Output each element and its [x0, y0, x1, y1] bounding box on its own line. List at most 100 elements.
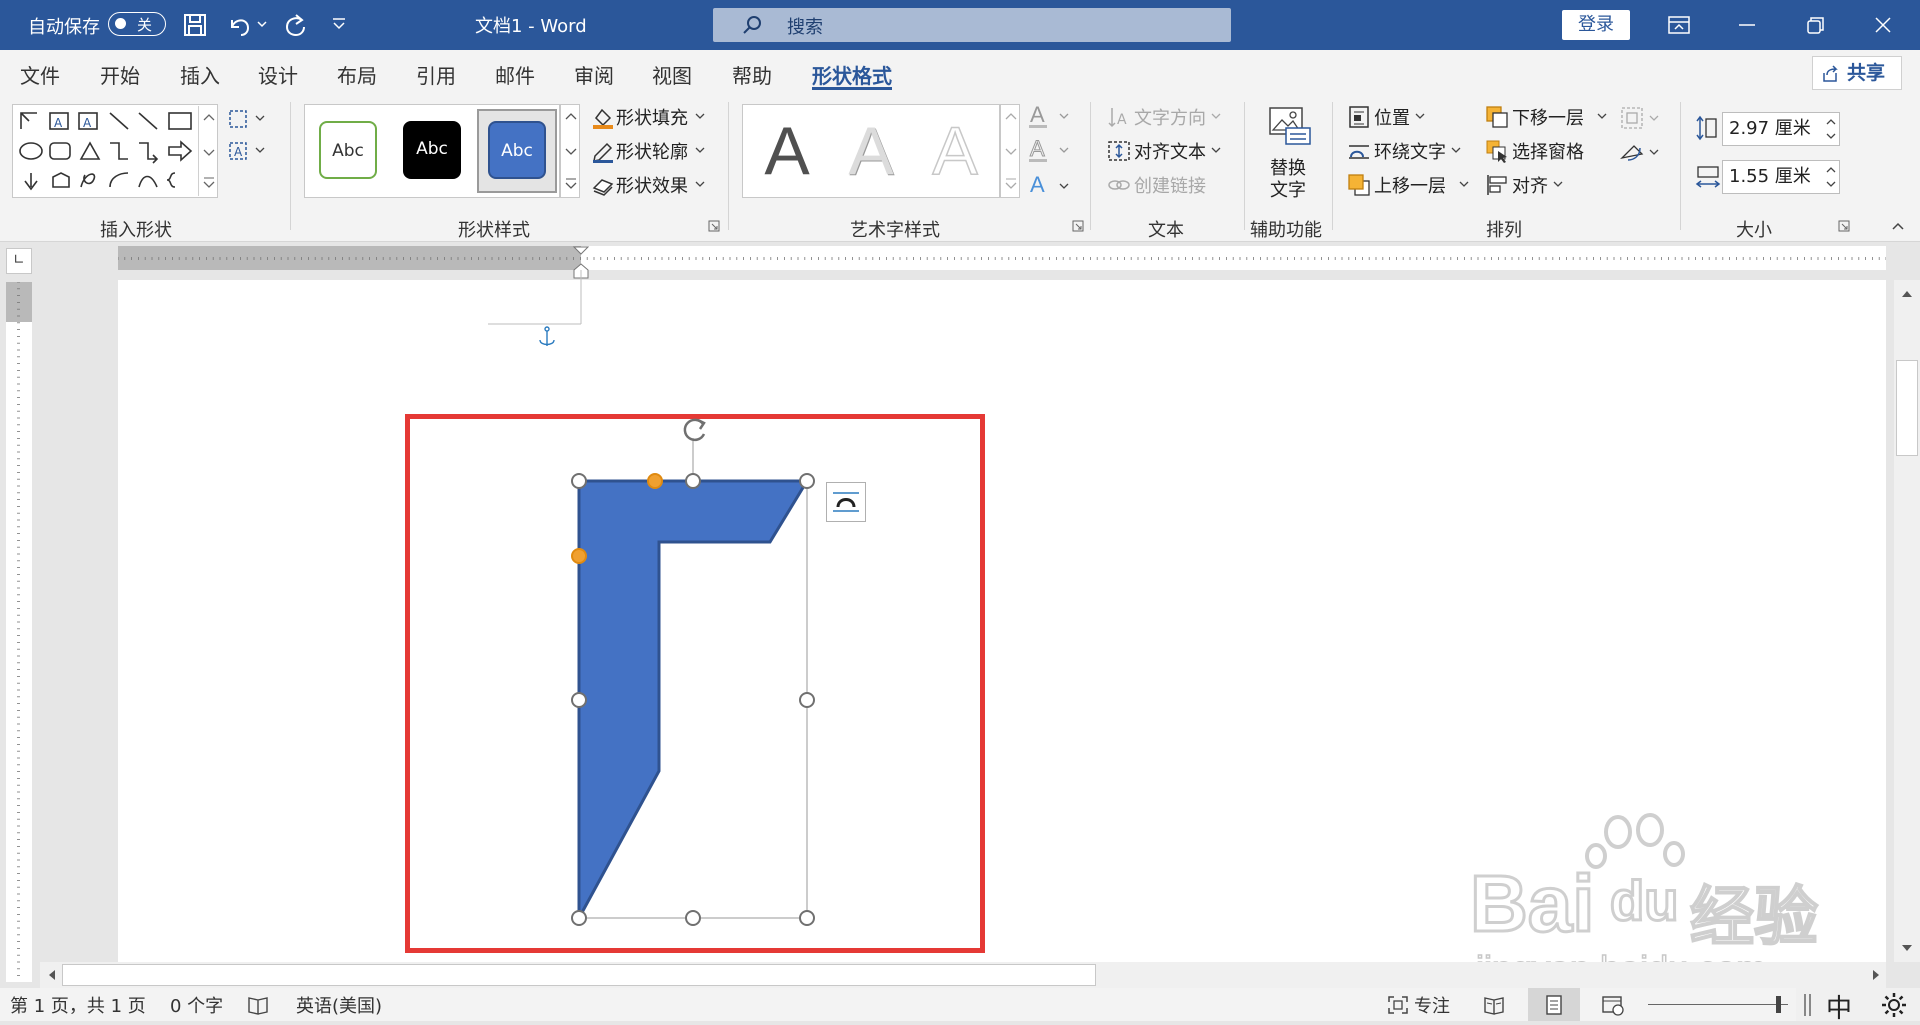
print-layout-button[interactable]: [1528, 988, 1580, 1021]
page-count[interactable]: 第 1 页，共 1 页: [10, 992, 146, 1018]
scroll-up-icon[interactable]: [1896, 284, 1918, 304]
scroll-down-icon[interactable]: [1896, 938, 1918, 958]
selection-pane-button[interactable]: 选择窗格: [1512, 138, 1584, 164]
alt-text-label-line2[interactable]: 文字: [1270, 176, 1306, 202]
rotate-objects-icon[interactable]: [1618, 138, 1664, 166]
login-button[interactable]: 登录: [1562, 10, 1630, 40]
align-objects-button[interactable]: 对齐: [1512, 172, 1548, 198]
shape-outline-button[interactable]: 形状轮廓: [616, 138, 688, 164]
selected-shape[interactable]: [566, 414, 836, 934]
ribbon-display-options-icon[interactable]: [1666, 13, 1692, 37]
redo-icon[interactable]: [282, 12, 308, 38]
half-frame-shape[interactable]: [577, 479, 810, 919]
edit-shape-icon[interactable]: [226, 106, 272, 132]
bring-forward-dropdown-icon[interactable]: [1458, 180, 1470, 190]
focus-icon[interactable]: [1386, 994, 1410, 1016]
align-text-dropdown-icon[interactable]: [1210, 146, 1222, 156]
shape-width-spinner[interactable]: [1822, 162, 1840, 192]
adjust-handle-top[interactable]: [647, 473, 663, 489]
shape-outline-dropdown-icon[interactable]: [694, 146, 706, 156]
tab-help[interactable]: 帮助: [732, 60, 772, 89]
text-effects-icon[interactable]: A: [1026, 170, 1074, 200]
wrap-text-dropdown-icon[interactable]: [1450, 146, 1462, 156]
align-text-button[interactable]: 对齐文本: [1134, 138, 1206, 164]
wordart-launcher-icon[interactable]: [1072, 220, 1084, 232]
save-icon[interactable]: [182, 12, 208, 38]
tab-shape-format[interactable]: 形状格式: [812, 60, 892, 89]
shape-styles-gallery[interactable]: Abc Abc Abc: [304, 104, 560, 198]
resize-handle-bottom[interactable]: [685, 910, 701, 926]
send-backward-dropdown-icon[interactable]: [1596, 112, 1608, 122]
shape-fill-dropdown-icon[interactable]: [694, 112, 706, 122]
minimize-icon[interactable]: [1734, 13, 1760, 37]
customize-qat-icon[interactable]: [330, 16, 348, 32]
wordart-style-3[interactable]: A: [917, 112, 993, 190]
tab-review[interactable]: 审阅: [574, 60, 614, 89]
position-button[interactable]: 位置: [1374, 104, 1410, 130]
shape-style-outline[interactable]: Abc: [319, 121, 377, 179]
group-objects-icon[interactable]: [1618, 104, 1664, 132]
shape-fill-button[interactable]: 形状填充: [616, 104, 688, 130]
size-launcher-icon[interactable]: [1838, 220, 1850, 232]
shape-effects-dropdown-icon[interactable]: [694, 180, 706, 190]
tab-home[interactable]: 开始: [100, 60, 140, 89]
resize-handle-top-right[interactable]: [799, 473, 815, 489]
ime-mode-indicator[interactable]: 中: [1826, 988, 1852, 1025]
language-indicator[interactable]: 英语(美国): [296, 992, 382, 1018]
focus-mode-button[interactable]: 专注: [1414, 992, 1450, 1018]
horizontal-scroll-thumb[interactable]: [62, 964, 1096, 986]
tab-view[interactable]: 视图: [652, 60, 692, 89]
adjust-handle-left[interactable]: [571, 548, 587, 564]
resize-handle-bottom-right[interactable]: [799, 910, 815, 926]
resize-handle-top-left[interactable]: [571, 473, 587, 489]
resize-handle-left[interactable]: [571, 692, 587, 708]
undo-dropdown-icon[interactable]: [256, 20, 268, 30]
shape-styles-launcher-icon[interactable]: [708, 220, 720, 232]
scroll-right-icon[interactable]: [1866, 965, 1886, 985]
resize-handle-bottom-left[interactable]: [571, 910, 587, 926]
search-box[interactable]: 搜索: [713, 8, 1231, 42]
text-fill-icon[interactable]: A: [1026, 102, 1074, 132]
tab-selector[interactable]: ∟: [6, 248, 32, 274]
tab-file[interactable]: 文件: [20, 60, 60, 89]
tab-layout[interactable]: 布局: [337, 60, 377, 89]
proofing-icon[interactable]: [246, 994, 272, 1016]
wrap-text-button[interactable]: 环绕文字: [1374, 138, 1446, 164]
tab-design[interactable]: 设计: [258, 60, 298, 89]
create-link-button[interactable]: 创建链接: [1134, 172, 1206, 198]
wordart-style-1[interactable]: A: [749, 113, 825, 189]
shape-style-black[interactable]: Abc: [403, 121, 461, 179]
anchor-icon[interactable]: [536, 326, 558, 350]
resize-handle-top[interactable]: [685, 473, 701, 489]
autosave-toggle[interactable]: 关: [108, 12, 166, 36]
wordart-scroll[interactable]: [1000, 104, 1020, 198]
wordart-style-2[interactable]: A: [833, 113, 909, 189]
read-mode-icon[interactable]: [1482, 994, 1508, 1016]
shape-effects-button[interactable]: 形状效果: [616, 172, 688, 198]
text-outline-icon[interactable]: A: [1026, 136, 1074, 166]
wordart-gallery[interactable]: A A A: [742, 104, 1000, 198]
tab-references[interactable]: 引用: [416, 60, 456, 89]
scroll-left-icon[interactable]: [42, 965, 62, 985]
ime-settings-gear-icon[interactable]: [1880, 991, 1908, 1019]
tab-insert[interactable]: 插入: [180, 60, 220, 89]
collapse-ribbon-icon[interactable]: [1890, 220, 1906, 232]
share-button[interactable]: 共享: [1812, 56, 1902, 90]
layout-options-button[interactable]: [826, 482, 866, 522]
shape-style-blue[interactable]: Abc: [488, 121, 546, 179]
shapes-gallery[interactable]: A A: [12, 104, 218, 198]
text-direction-button[interactable]: 文字方向: [1134, 104, 1206, 130]
vertical-scroll-thumb[interactable]: [1896, 360, 1918, 456]
tab-mailings[interactable]: 邮件: [495, 60, 535, 89]
bring-forward-button[interactable]: 上移一层: [1374, 172, 1446, 198]
rotate-handle-icon[interactable]: [676, 414, 712, 450]
zoom-slider-track[interactable]: [1648, 1004, 1788, 1005]
close-icon[interactable]: [1870, 13, 1896, 37]
restore-icon[interactable]: [1802, 13, 1828, 37]
undo-icon[interactable]: [226, 12, 252, 38]
word-count[interactable]: 0 个字: [170, 992, 223, 1018]
shape-height-spinner[interactable]: [1822, 114, 1840, 144]
draw-text-box-icon[interactable]: A: [226, 138, 272, 164]
alt-text-icon[interactable]: [1266, 106, 1312, 146]
web-layout-icon[interactable]: [1600, 994, 1626, 1016]
